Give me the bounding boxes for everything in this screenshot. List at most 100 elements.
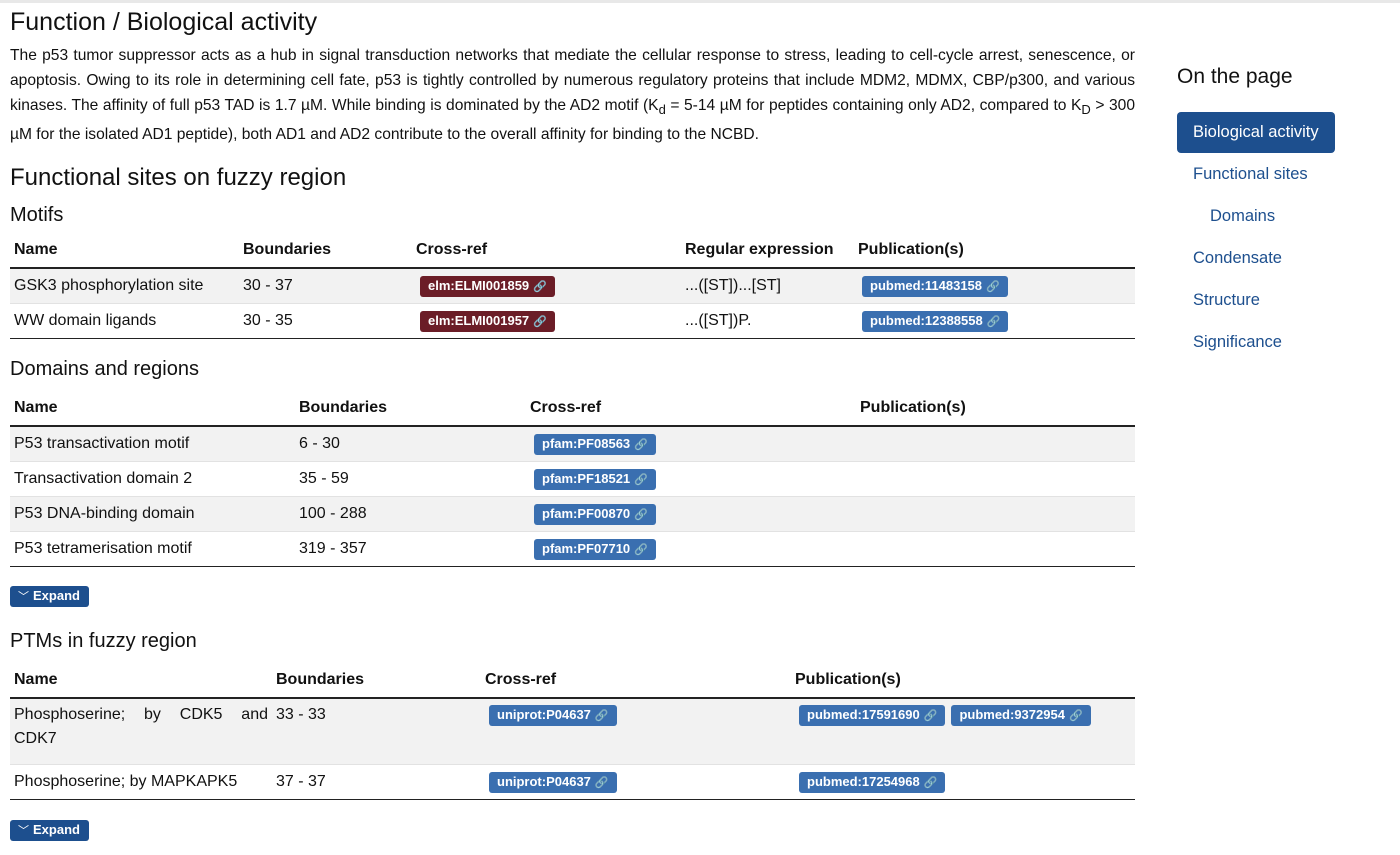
- link-icon: 🔗: [923, 710, 938, 723]
- ptm-boundaries: 33 - 33: [272, 698, 481, 766]
- col-boundaries: Boundaries: [272, 663, 481, 700]
- col-name: Name: [10, 391, 295, 428]
- table-row: WW domain ligands 30 - 35 elm:ELMI001957…: [10, 303, 1135, 340]
- pubmed-badge[interactable]: pubmed:17591690 🔗: [799, 705, 946, 727]
- crossref-cell: pfam:PF18521 🔗: [526, 461, 856, 498]
- on-page-nav: On the page Biological activity Function…: [1177, 62, 1392, 353]
- badge-label: elm:ELMI001859: [428, 277, 530, 293]
- badge-label: pubmed:9372954: [959, 707, 1065, 723]
- badge-label: pfam:PF18521: [542, 470, 631, 486]
- motif-name: GSK3 phosphorylation site: [10, 268, 239, 305]
- domain-name: P53 DNA-binding domain: [10, 496, 295, 533]
- uniprot-crossref-badge[interactable]: uniprot:P04637 🔗: [489, 705, 617, 727]
- link-icon: 🔗: [634, 543, 648, 556]
- pfam-crossref-badge[interactable]: pfam:PF18521 🔗: [534, 468, 656, 490]
- ptms-expand-wrap: ﹀ Expand: [10, 820, 1135, 842]
- badge-label: uniprot:P04637: [497, 707, 591, 723]
- badge-label: pfam:PF07710: [542, 540, 631, 556]
- col-publications: Publication(s): [854, 233, 1135, 270]
- link-icon: 🔗: [634, 473, 648, 486]
- intro-text-2: = 5-14 µM for peptides containing only A…: [665, 97, 1082, 114]
- nav-item-structure[interactable]: Structure: [1177, 290, 1392, 311]
- badge-label: uniprot:P04637: [497, 773, 591, 789]
- expand-label: Expand: [33, 588, 80, 604]
- crossref-cell: elm:ELMI001859 🔗: [412, 268, 681, 305]
- elm-crossref-badge[interactable]: elm:ELMI001957 🔗: [420, 310, 555, 332]
- link-icon: 🔗: [533, 315, 547, 328]
- chevron-down-icon: ﹀: [18, 825, 29, 838]
- publication-cell: [856, 531, 1135, 568]
- table-row: Transactivation domain 2 35 - 59 pfam:PF…: [10, 461, 1135, 498]
- domain-boundaries: 6 - 30: [295, 426, 526, 463]
- domains-title: Domains and regions: [10, 358, 199, 381]
- motif-boundaries: 30 - 35: [239, 303, 412, 340]
- col-crossref: Cross-ref: [481, 663, 791, 700]
- link-icon: 🔗: [986, 315, 1001, 328]
- nav-item-condensate[interactable]: Condensate: [1177, 248, 1392, 269]
- badge-label: pubmed:12388558: [870, 312, 983, 328]
- badge-label: pfam:PF00870: [542, 505, 631, 521]
- crossref-cell: uniprot:P04637 🔗: [481, 764, 791, 801]
- col-name: Name: [10, 233, 239, 270]
- elm-crossref-badge[interactable]: elm:ELMI001859 🔗: [420, 275, 555, 297]
- badge-label: pubmed:17591690: [807, 707, 920, 723]
- table-row: GSK3 phosphorylation site 30 - 37 elm:EL…: [10, 268, 1135, 305]
- expand-label: Expand: [33, 822, 80, 838]
- domain-boundaries: 100 - 288: [295, 496, 526, 533]
- page-title: Function / Biological activity: [10, 8, 318, 36]
- link-icon: 🔗: [634, 508, 648, 521]
- domain-name: P53 transactivation motif: [10, 426, 295, 463]
- expand-button[interactable]: ﹀ Expand: [10, 586, 89, 608]
- crossref-cell: elm:ELMI001957 🔗: [412, 303, 681, 340]
- pubmed-badge[interactable]: pubmed:12388558 🔗: [862, 310, 1009, 332]
- publication-cell: pubmed:17591690 🔗 pubmed:9372954 🔗: [791, 698, 1135, 766]
- publication-cell: pubmed:11483158 🔗: [854, 268, 1135, 305]
- col-boundaries: Boundaries: [295, 391, 526, 428]
- publication-cell: pubmed:17254968 🔗: [791, 764, 1135, 801]
- pubmed-badge[interactable]: pubmed:9372954 🔗: [951, 705, 1091, 727]
- ptm-name: Phosphoserine; by CDK5 and CDK7: [14, 706, 268, 748]
- table-row: P53 tetramerisation motif 319 - 357 pfam…: [10, 531, 1135, 568]
- domains-table: Name Boundaries Cross-ref Publication(s)…: [10, 391, 1135, 568]
- nav-item-functional-sites[interactable]: Functional sites: [1177, 164, 1392, 185]
- domain-boundaries: 35 - 59: [295, 461, 526, 498]
- intro-subscript-D: D: [1081, 102, 1091, 118]
- col-publications: Publication(s): [791, 663, 1135, 700]
- badge-label: pubmed:11483158: [870, 277, 983, 293]
- table-row: P53 transactivation motif 6 - 30 pfam:PF…: [10, 426, 1135, 463]
- domain-boundaries: 319 - 357: [295, 531, 526, 568]
- table-row: P53 DNA-binding domain 100 - 288 pfam:PF…: [10, 496, 1135, 533]
- col-crossref: Cross-ref: [526, 391, 856, 428]
- link-icon: 🔗: [986, 280, 1000, 293]
- pubmed-badge[interactable]: pubmed:17254968 🔗: [799, 771, 946, 793]
- pfam-crossref-badge[interactable]: pfam:PF00870 🔗: [534, 503, 656, 525]
- motif-boundaries: 30 - 37: [239, 268, 412, 305]
- ptm-name: Phosphoserine; by MAPKAPK5: [10, 764, 272, 801]
- pfam-crossref-badge[interactable]: pfam:PF08563 🔗: [534, 433, 656, 455]
- publication-cell: [856, 461, 1135, 498]
- intro-subscript-d: d: [658, 102, 666, 118]
- nav-item-domains[interactable]: Domains: [1177, 206, 1392, 227]
- col-boundaries: Boundaries: [239, 233, 412, 270]
- ptm-name-cell: Phosphoserine; by CDK5 and CDK7: [10, 698, 272, 766]
- crossref-cell: pfam:PF00870 🔗: [526, 496, 856, 533]
- main-content: Function / Biological activity The p53 t…: [10, 0, 1135, 842]
- domain-name: P53 tetramerisation motif: [10, 531, 295, 568]
- pfam-crossref-badge[interactable]: pfam:PF07710 🔗: [534, 538, 656, 560]
- col-name: Name: [10, 663, 272, 700]
- on-page-title: On the page: [1177, 65, 1293, 88]
- col-crossref: Cross-ref: [412, 233, 681, 270]
- badge-label: pfam:PF08563: [542, 435, 631, 451]
- nav-item-biological-activity[interactable]: Biological activity: [1177, 112, 1335, 153]
- chevron-down-icon: ﹀: [18, 591, 29, 604]
- nav-item-significance[interactable]: Significance: [1177, 332, 1392, 353]
- uniprot-crossref-badge[interactable]: uniprot:P04637 🔗: [489, 771, 617, 793]
- badge-label: pubmed:17254968: [807, 773, 920, 789]
- pubmed-badge[interactable]: pubmed:11483158 🔗: [862, 275, 1008, 297]
- motif-name: WW domain ligands: [10, 303, 239, 340]
- intro-paragraph: The p53 tumor suppressor acts as a hub i…: [10, 43, 1135, 147]
- ptm-boundaries: 37 - 37: [272, 764, 481, 801]
- link-icon: 🔗: [594, 776, 609, 789]
- ptms-table: Name Boundaries Cross-ref Publication(s)…: [10, 663, 1135, 801]
- expand-button[interactable]: ﹀ Expand: [10, 820, 89, 842]
